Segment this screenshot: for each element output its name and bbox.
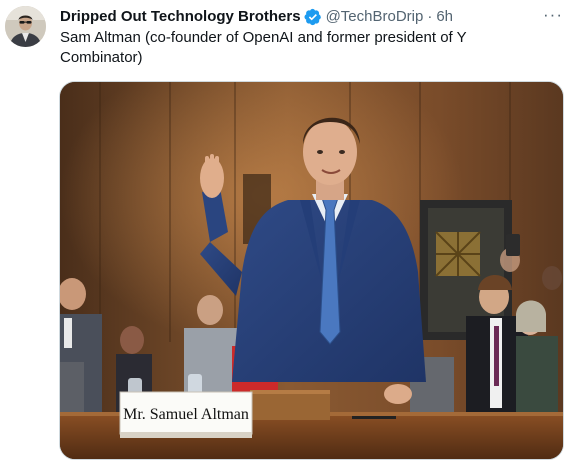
hearing-photo: Mr. Samuel Altman xyxy=(60,82,563,459)
avatar-image xyxy=(5,6,46,47)
avatar[interactable] xyxy=(5,6,46,47)
more-options-button[interactable]: ··· xyxy=(542,5,564,25)
tweet: Dripped Out Technology Brothers @TechBro… xyxy=(0,0,574,475)
tweet-media-photo[interactable]: Mr. Samuel Altman xyxy=(59,81,564,460)
tweet-timestamp[interactable]: 6h xyxy=(436,7,453,27)
name-placard-text: Mr. Samuel Altman xyxy=(123,406,249,423)
author-handle[interactable]: @TechBroDrip xyxy=(326,7,424,27)
verified-badge-icon xyxy=(304,8,321,26)
tweet-text: Sam Altman (co-founder of OpenAI and for… xyxy=(60,29,471,66)
author-display-name[interactable]: Dripped Out Technology Brothers xyxy=(60,7,301,27)
tweet-header: Dripped Out Technology Brothers @TechBro… xyxy=(60,6,544,28)
header-separator: · xyxy=(427,8,433,25)
